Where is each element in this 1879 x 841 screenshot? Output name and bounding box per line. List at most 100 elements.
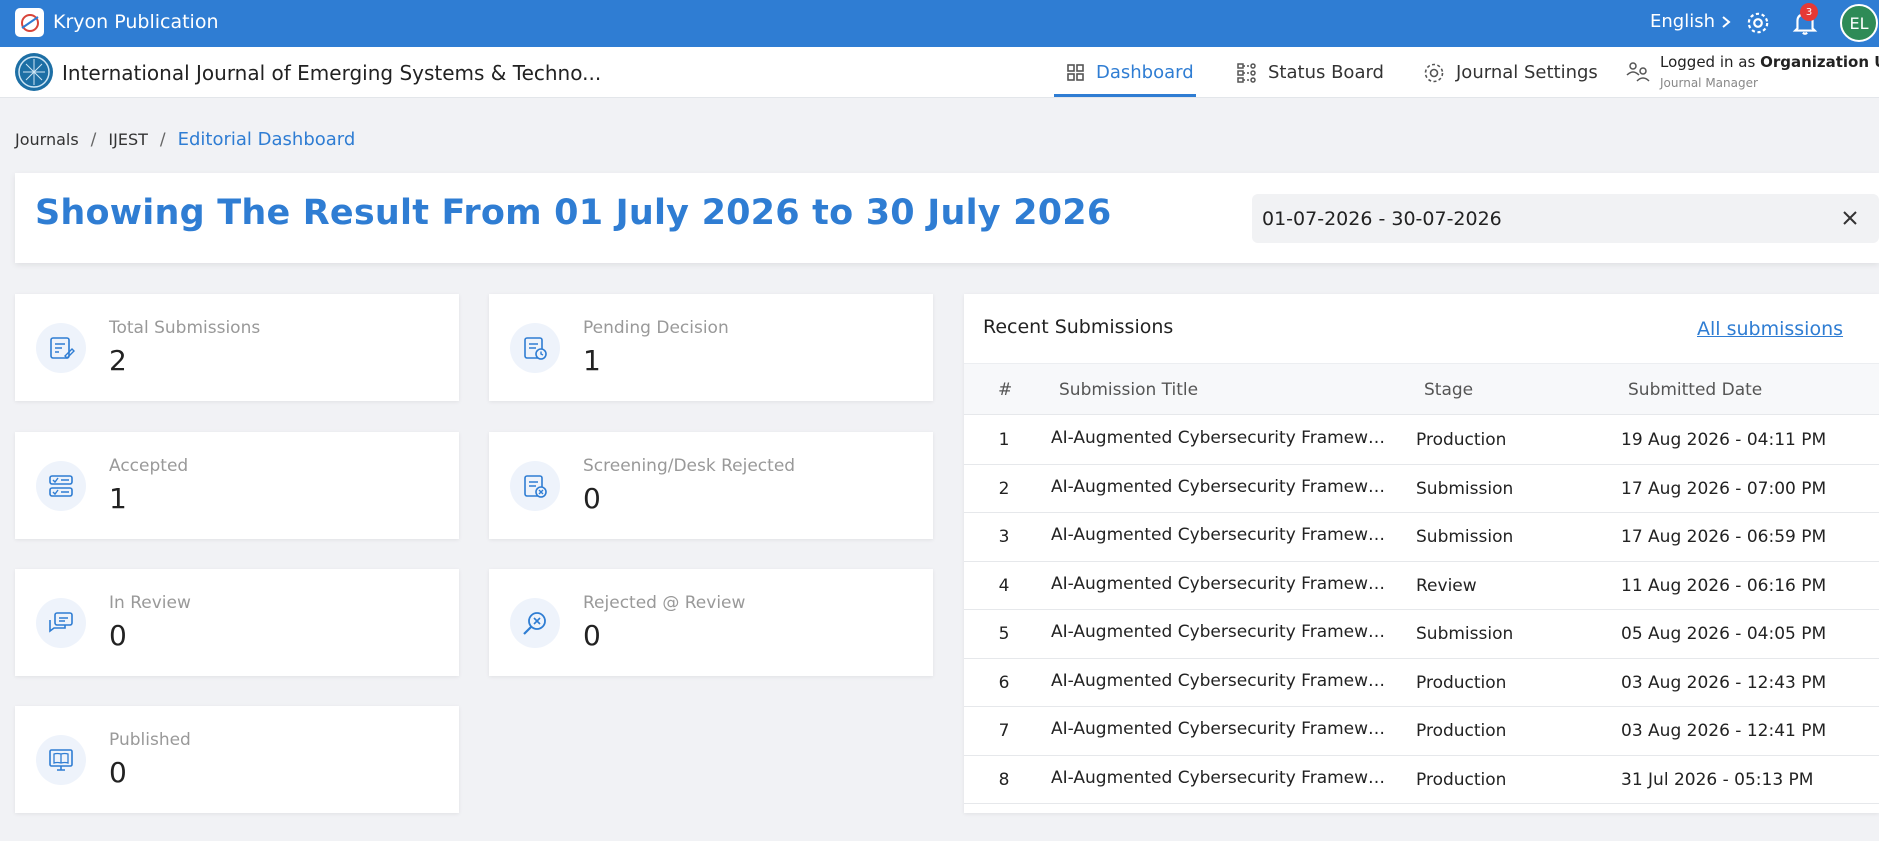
app-logo-icon[interactable] [15, 8, 44, 37]
submission-date: 17 Aug 2026 - 06:59 PM [1621, 527, 1827, 547]
stat-card-rejected-at-review[interactable]: Rejected @ Review 0 [489, 569, 933, 676]
checklist-icon [36, 461, 86, 511]
all-submissions-link[interactable]: All submissions [1697, 318, 1843, 340]
date-range-input[interactable]: 01-07-2026 - 30-07-2026 [1252, 194, 1879, 243]
submission-title[interactable]: AI-Augmented Cybersecurity Framework for… [1051, 622, 1394, 642]
table-row[interactable]: 7 AI-Augmented Cybersecurity Framework f… [964, 707, 1879, 756]
breadcrumb-separator: / [159, 129, 166, 150]
recent-submissions-panel: Recent Submissions All submissions # Sub… [964, 294, 1879, 813]
stat-label: In Review [109, 593, 191, 613]
table-row[interactable]: 5 AI-Augmented Cybersecurity Framework f… [964, 610, 1879, 659]
submission-stage: Review [1416, 575, 1477, 596]
journal-logo-icon [15, 53, 53, 91]
stat-card-pending-decision[interactable]: Pending Decision 1 [489, 294, 933, 401]
row-number: 3 [998, 527, 1010, 547]
chevron-right-icon [1722, 15, 1731, 28]
breadcrumb-current: Editorial Dashboard [177, 129, 356, 150]
row-number: 7 [998, 721, 1010, 741]
table-row[interactable]: 1 AI-Augmented Cybersecurity Framework f… [964, 416, 1879, 465]
submission-date: 05 Aug 2026 - 04:05 PM [1621, 624, 1827, 644]
table-row[interactable]: 3 AI-Augmented Cybersecurity Framework f… [964, 513, 1879, 562]
nav-status-board-label: Status Board [1268, 62, 1384, 83]
nav-journal-settings[interactable]: Journal Settings [1422, 47, 1598, 98]
stat-label: Rejected @ Review [583, 593, 746, 613]
stat-card-in-review[interactable]: In Review 0 [15, 569, 459, 676]
stat-label: Accepted [109, 456, 189, 476]
breadcrumb: Journals / IJEST / Editorial Dashboard [15, 129, 355, 150]
stat-value: 0 [109, 756, 127, 789]
journal-title: International Journal of Emerging System… [62, 61, 602, 85]
book-monitor-icon [36, 735, 86, 785]
stat-card-total-submissions[interactable]: Total Submissions 2 [15, 294, 459, 401]
date-range-value: 01-07-2026 - 30-07-2026 [1262, 208, 1502, 230]
column-header-number: # [998, 380, 1013, 400]
logged-in-user[interactable]: Organization User [1760, 53, 1879, 71]
settings-gear-icon[interactable] [1745, 10, 1771, 36]
search-reject-icon [510, 598, 560, 648]
nav-dashboard[interactable]: Dashboard [1066, 47, 1194, 98]
submission-date: 31 Jul 2026 - 05:13 PM [1621, 769, 1814, 790]
breadcrumb-ijest[interactable]: IJEST [108, 130, 147, 149]
row-number: 8 [998, 769, 1010, 790]
notification-badge: 3 [1800, 3, 1818, 21]
stat-value: 1 [583, 344, 601, 377]
stat-value: 2 [109, 344, 127, 377]
logged-in-info: Logged in as Organization User [1660, 53, 1879, 71]
submission-date: 19 Aug 2026 - 04:11 PM [1621, 430, 1827, 450]
submission-stage: Production [1416, 769, 1507, 790]
submission-stage: Submission [1416, 527, 1514, 547]
stat-card-accepted[interactable]: Accepted 1 [15, 432, 459, 539]
user-avatar[interactable]: EL [1840, 4, 1878, 42]
stat-value: 0 [583, 482, 601, 515]
language-label: English [1650, 11, 1715, 32]
logged-in-prefix: Logged in as [1660, 53, 1756, 71]
user-switch-icon [1626, 62, 1650, 82]
submission-stage: Production [1416, 672, 1507, 693]
table-header: # Submission Title Stage Submitted Date [964, 363, 1879, 415]
table-row[interactable]: 6 AI-Augmented Cybersecurity Framework f… [964, 659, 1879, 707]
stat-value: 0 [109, 619, 127, 652]
close-icon[interactable] [1840, 208, 1860, 228]
stat-label: Pending Decision [583, 318, 729, 338]
stat-card-screening-desk-rejected[interactable]: Screening/Desk Rejected 0 [489, 432, 933, 539]
journal-nav-bar: International Journal of Emerging System… [0, 47, 1879, 98]
submission-title[interactable]: AI-Augmented Cybersecurity Framework for… [1051, 525, 1394, 545]
app-name: Kryon Publication [53, 11, 219, 33]
submission-title[interactable]: AI-Augmented Cybersecurity Framework for… [1051, 428, 1394, 448]
row-number: 6 [998, 672, 1010, 693]
submission-title[interactable]: AI-Augmented Cybersecurity Framework for… [1051, 477, 1394, 497]
stat-value: 1 [109, 482, 127, 515]
row-number: 2 [998, 478, 1010, 499]
stat-card-published[interactable]: Published 0 [15, 706, 459, 813]
top-app-bar: Kryon Publication English 3 EL [0, 0, 1879, 47]
row-number: 5 [998, 624, 1010, 644]
breadcrumb-journals[interactable]: Journals [15, 130, 79, 149]
active-tab-indicator [1054, 94, 1196, 97]
submission-title[interactable]: AI-Augmented Cybersecurity Framework for… [1051, 719, 1394, 739]
submission-title[interactable]: AI-Augmented Cybersecurity Framework for… [1051, 574, 1394, 594]
document-clock-icon [510, 323, 560, 373]
nav-dashboard-label: Dashboard [1096, 62, 1194, 83]
stat-value: 0 [583, 619, 601, 652]
chat-icon [36, 598, 86, 648]
row-number: 1 [998, 430, 1010, 450]
user-role: Journal Manager [1660, 76, 1758, 90]
table-row[interactable]: 8 AI-Augmented Cybersecurity Framework f… [964, 756, 1879, 804]
submission-date: 17 Aug 2026 - 07:00 PM [1621, 478, 1827, 499]
stat-label: Published [109, 730, 191, 750]
submission-date: 03 Aug 2026 - 12:43 PM [1621, 672, 1827, 693]
submission-title[interactable]: AI-Augmented Cybersecurity Framework for… [1051, 768, 1394, 788]
column-header-date[interactable]: Submitted Date [1628, 380, 1762, 400]
column-header-stage[interactable]: Stage [1424, 380, 1473, 400]
table-row[interactable]: 2 AI-Augmented Cybersecurity Framework f… [964, 465, 1879, 513]
workflow-icon [1237, 62, 1256, 83]
result-title: Showing The Result From 01 July 2026 to … [35, 193, 1112, 233]
table-row[interactable]: 4 AI-Augmented Cybersecurity Framework f… [964, 562, 1879, 610]
submission-date: 03 Aug 2026 - 12:41 PM [1621, 721, 1827, 741]
submission-stage: Submission [1416, 624, 1514, 644]
submission-stage: Production [1416, 721, 1507, 741]
nav-status-board[interactable]: Status Board [1236, 47, 1384, 98]
column-header-title[interactable]: Submission Title [1059, 380, 1198, 400]
language-selector[interactable]: English [1650, 11, 1731, 32]
submission-title[interactable]: AI-Augmented Cybersecurity Framework for… [1051, 671, 1394, 691]
